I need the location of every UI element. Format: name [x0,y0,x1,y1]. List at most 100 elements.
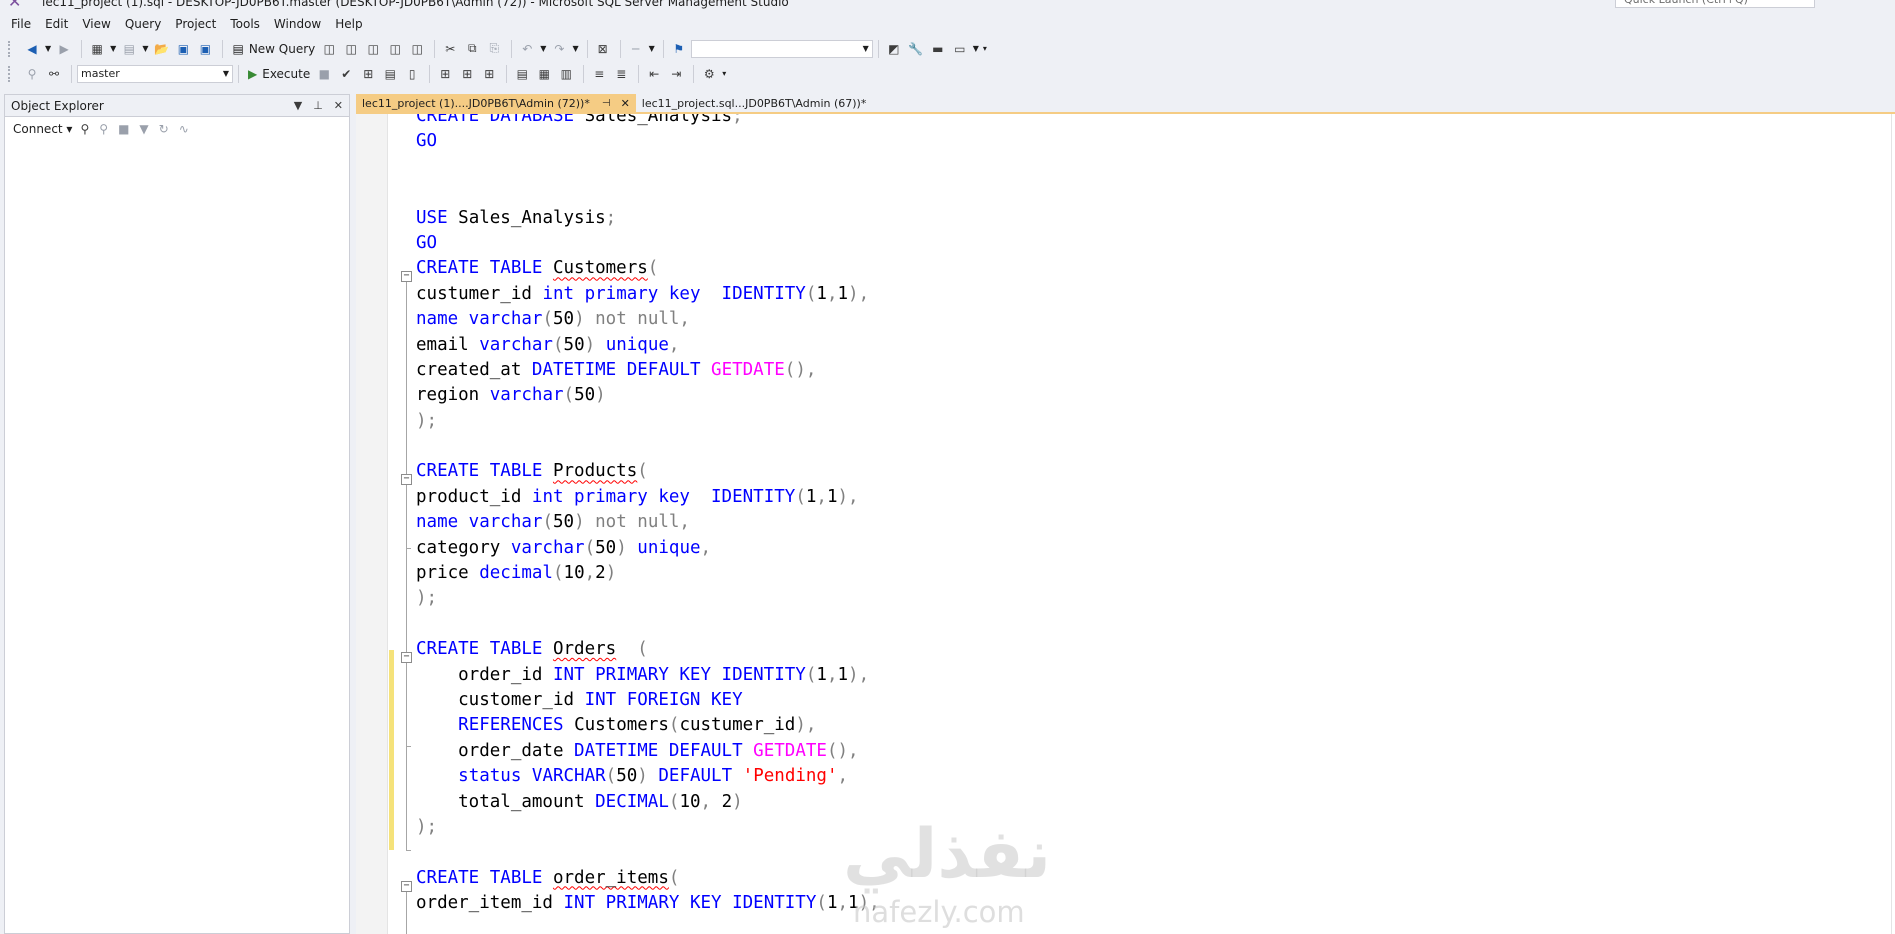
collapse-region-icon[interactable]: − [401,652,412,663]
add-item-icon[interactable]: ▤ [119,39,139,59]
solution-configuration-combo[interactable]: ▼ [690,39,873,58]
analysis-dmx-query-icon[interactable]: ◫ [363,39,383,59]
code-line[interactable]: name varchar(50) not null, [416,510,880,535]
paste-icon[interactable]: ⎘ [484,39,504,59]
code-line[interactable]: order_item_id INT PRIMARY KEY IDENTITY(1… [416,891,880,916]
filter-icon[interactable]: ▼ [139,122,148,136]
redo-icon[interactable]: ↷ [549,39,569,59]
minimize-button[interactable]: — [1826,0,1840,6]
code-line[interactable]: product_id int primary key IDENTITY(1,1)… [416,485,880,510]
collapse-region-icon[interactable]: − [401,271,412,282]
open-file-icon[interactable]: 📂 [151,39,171,59]
code-line[interactable] [416,155,880,180]
chevron-down-icon[interactable]: ▼ [649,44,655,53]
cancel-query-icon[interactable]: ■ [314,64,334,84]
save-icon[interactable]: ▣ [173,39,193,59]
analysis-xmla-query-icon[interactable]: ◫ [385,39,405,59]
toolbar-options-icon[interactable]: ▾ [722,69,726,78]
connect-icon[interactable]: ⚲ [22,64,42,84]
code-line[interactable] [416,180,880,205]
close-icon[interactable]: ✕ [334,99,343,112]
code-line[interactable]: GO [416,129,880,154]
menu-edit[interactable]: Edit [38,15,75,33]
activity-icon[interactable]: ∿ [179,122,189,136]
analysis-mdx-query-icon[interactable]: ◫ [341,39,361,59]
include-actual-plan-icon[interactable]: ⊞ [435,64,455,84]
menu-query[interactable]: Query [118,15,168,33]
menu-help[interactable]: Help [328,15,369,33]
properties-window-icon[interactable]: ◩ [884,39,904,59]
stop-icon[interactable]: ■ [118,122,129,136]
command-window-icon[interactable]: ▭ [950,39,970,59]
save-all-icon[interactable]: ▣ [195,39,215,59]
pin-icon[interactable]: ⊥ [313,99,323,112]
new-project-icon[interactable]: ▦ [87,39,107,59]
database-engine-query-icon[interactable]: ◫ [319,39,339,59]
live-query-statistics-icon[interactable]: ⊞ [457,64,477,84]
code-line[interactable]: CREATE TABLE Products( [416,459,880,484]
code-line[interactable]: order_date DATETIME DEFAULT GETDATE(), [416,739,880,764]
code-line[interactable]: ); [416,409,880,434]
menu-tools[interactable]: Tools [223,15,267,33]
query-options-icon[interactable]: ▤ [380,64,400,84]
navigate-back-icon[interactable]: ◀ [22,39,42,59]
disconnect-icon[interactable]: ⚲ [99,122,108,136]
code-line[interactable]: USE Sales_Analysis; [416,206,880,231]
refresh-icon[interactable]: ↻ [159,122,169,136]
parse-checkmark-icon[interactable]: ✔ [336,64,356,84]
code-line[interactable]: GO [416,231,880,256]
menu-project[interactable]: Project [168,15,223,33]
execute-button[interactable]: ▶ Execute [244,67,314,81]
sql-editor[interactable]: − − − − CREATE DATABASE Sales_Analysis; G… [356,114,1895,934]
code-line[interactable]: category varchar(50) unique, [416,536,880,561]
collapse-region-icon[interactable]: − [401,474,412,485]
code-line[interactable]: total_amount DECIMAL(10, 2) [416,790,880,815]
toolbox-icon[interactable]: ▬ [928,39,948,59]
code-line[interactable]: price decimal(10,2) [416,561,880,586]
uncomment-lines-icon[interactable]: ≣ [611,64,631,84]
chevron-down-icon[interactable]: ▼ [110,44,116,53]
code-line[interactable] [416,612,880,637]
pin-icon[interactable]: ⊣ [602,98,611,109]
window-position-icon[interactable]: ▼ [294,99,302,112]
menu-view[interactable]: View [75,15,117,33]
results-to-text-icon[interactable]: ▤ [512,64,532,84]
close-icon[interactable]: ✕ [621,97,630,110]
comment-lines-icon[interactable]: ≡ [589,64,609,84]
intellisense-enabled-icon[interactable]: ▯ [402,64,422,84]
copy-icon[interactable]: ⧉ [462,39,482,59]
decrease-indent-icon[interactable]: ⇤ [644,64,664,84]
code-line[interactable]: created_at DATETIME DEFAULT GETDATE(), [416,358,880,383]
display-estimated-plan-icon[interactable]: ⊞ [358,64,378,84]
connect-object-explorer-icon[interactable]: ⚲ [80,122,89,136]
code-line[interactable]: ); [416,815,880,840]
code-line[interactable]: order_id INT PRIMARY KEY IDENTITY(1,1), [416,663,880,688]
navigate-forward-icon[interactable]: ▶ [54,39,74,59]
results-to-file-icon[interactable]: ▥ [556,64,576,84]
activity-monitor-icon[interactable]: ⊠ [593,39,613,59]
analysis-dax-query-icon[interactable]: ◫ [407,39,427,59]
toolbar-options-icon[interactable]: ▾ [983,44,987,53]
chevron-down-icon[interactable]: ▼ [572,44,578,53]
find-in-files-icon[interactable]: ⚑ [669,39,689,59]
code-line[interactable]: CREATE DATABASE Sales_Analysis; [416,114,880,129]
code-line[interactable] [416,434,880,459]
vertical-scrollbar[interactable] [1891,114,1895,934]
code-line[interactable]: email varchar(50) unique, [416,333,880,358]
menu-window[interactable]: Window [267,15,328,33]
chevron-down-icon[interactable]: ▼ [142,44,148,53]
available-databases-combo[interactable]: master ▼ [77,64,233,83]
wrench-icon[interactable]: 🔧 [906,39,926,59]
collapse-region-icon[interactable]: − [401,881,412,892]
results-to-grid-icon[interactable]: ▦ [534,64,554,84]
quick-launch-input[interactable]: Quick Launch (Ctrl+Q) [1615,0,1815,8]
code-line[interactable]: ); [416,586,880,611]
new-query-button[interactable]: ▤ New Query [228,42,319,56]
specify-template-values-icon[interactable]: ⚙ [699,64,719,84]
client-statistics-icon[interactable]: ⊞ [479,64,499,84]
toolbar-grip[interactable] [8,65,14,82]
tab-lec11-project[interactable]: lec11_project.sql...JD0PB6T\Admin (67))* [636,94,873,112]
toolbar-grip[interactable] [8,40,14,57]
menu-file[interactable]: File [4,15,38,33]
connect-dropdown[interactable]: Connect ▾ [13,122,72,136]
